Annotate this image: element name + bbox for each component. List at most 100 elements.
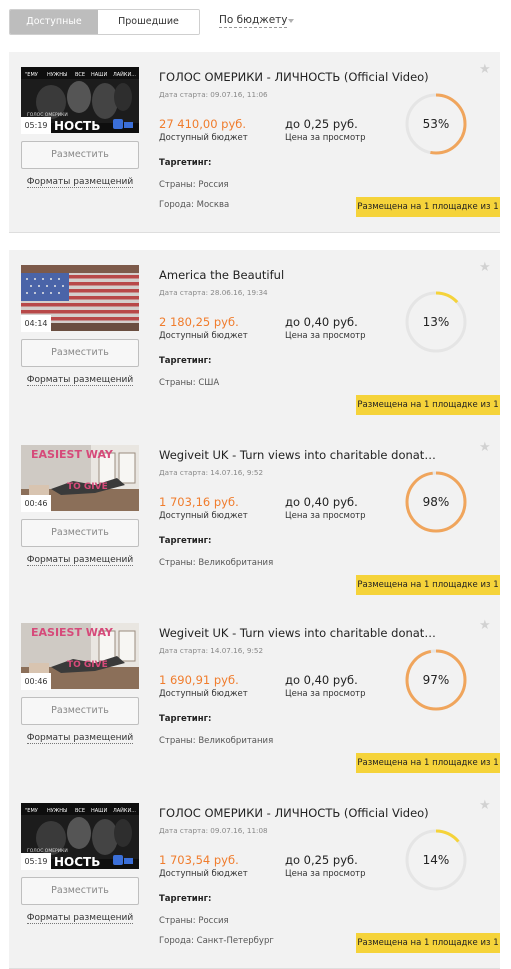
svg-text:ЛАЙКИ...: ЛАЙКИ... xyxy=(113,807,136,814)
star-icon[interactable]: ★ xyxy=(479,261,491,274)
budget-value: 27 410,00 руб. xyxy=(159,117,247,131)
start-date: Дата старта: 09.07.16, 11:06 xyxy=(159,90,268,99)
campaign-card: ★ "ЕМУ НУЖНЫ ВСЕ НАШИ ЛАЙКИ... ГОЛОС ОМЕРИКИ… xyxy=(9,52,500,233)
campaign-title[interactable]: ГОЛОС ОМЕРИКИ - ЛИЧНОСТЬ (Official Video… xyxy=(159,806,439,820)
price-label: Цена за просмотр xyxy=(285,869,366,879)
video-duration: 05:19 xyxy=(21,853,51,870)
formats-link-label: Форматы размещений xyxy=(26,733,134,744)
campaign-title[interactable]: America the Beautiful xyxy=(159,268,439,282)
budget-label: Доступный бюджет xyxy=(159,511,248,521)
budget-label: Доступный бюджет xyxy=(159,331,248,341)
place-button[interactable]: Разместить xyxy=(21,141,139,169)
price-label: Цена за просмотр xyxy=(285,133,366,143)
budget-label: Доступный бюджет xyxy=(159,689,248,699)
svg-text:НОСТЬ: НОСТЬ xyxy=(54,119,100,133)
svg-text:НАШИ: НАШИ xyxy=(91,72,108,78)
budget-value: 2 180,25 руб. xyxy=(159,315,239,329)
price-value: до 0,25 руб. xyxy=(285,117,358,131)
formats-link-label: Форматы размещений xyxy=(26,375,134,386)
place-button[interactable]: Разместить xyxy=(21,697,139,725)
formats-link[interactable]: Форматы размещений xyxy=(21,913,139,924)
start-date: Дата старта: 09.07.16, 11:08 xyxy=(159,826,268,835)
star-icon[interactable]: ★ xyxy=(479,619,491,632)
start-date: Дата старта: 14.07.16, 9:52 xyxy=(159,646,264,655)
svg-text:НУЖНЫ: НУЖНЫ xyxy=(47,808,67,814)
formats-link-label: Форматы размещений xyxy=(26,913,134,924)
targeting-city: Города: Москва xyxy=(159,200,230,210)
budget-label: Доступный бюджет xyxy=(159,869,248,879)
budget-value: 1 690,91 руб. xyxy=(159,673,239,687)
budget-label: Доступный бюджет xyxy=(159,133,248,143)
targeting-country: Страны: Великобритания xyxy=(159,736,274,746)
progress-percent: 14% xyxy=(422,853,450,867)
star-icon[interactable]: ★ xyxy=(479,441,491,454)
progress-percent: 98% xyxy=(422,495,450,509)
targeting-label: Таргетинг: xyxy=(159,536,212,546)
status-tabs: Доступные Прошедшие xyxy=(9,9,200,35)
svg-text:НУЖНЫ: НУЖНЫ xyxy=(47,72,67,78)
formats-link[interactable]: Форматы размещений xyxy=(21,555,139,566)
svg-text:ВСЕ: ВСЕ xyxy=(75,808,85,814)
svg-text:НОСТЬ: НОСТЬ xyxy=(54,855,100,869)
sort-dropdown[interactable]: По бюджету xyxy=(219,14,288,28)
campaign-title[interactable]: ГОЛОС ОМЕРИКИ - ЛИЧНОСТЬ (Official Video… xyxy=(159,70,439,84)
top-bar: Доступные Прошедшие По бюджету xyxy=(0,0,511,45)
price-value: до 0,25 руб. xyxy=(285,853,358,867)
placement-badge: Размещена на 1 площадке из 1 xyxy=(356,933,500,953)
chevron-down-icon[interactable] xyxy=(288,19,294,23)
budget-value: 1 703,54 руб. xyxy=(159,853,239,867)
targeting-label: Таргетинг: xyxy=(159,356,212,366)
targeting-city: Города: Санкт-Петербург xyxy=(159,936,274,946)
start-date: Дата старта: 28.06.16, 19:34 xyxy=(159,288,268,297)
formats-link[interactable]: Форматы размещений xyxy=(21,375,139,386)
progress-percent: 53% xyxy=(422,117,450,131)
targeting-country: Страны: США xyxy=(159,378,220,388)
targeting-country: Страны: Россия xyxy=(159,916,229,926)
targeting-country: Страны: Великобритания xyxy=(159,558,274,568)
svg-text:EASIEST WAY: EASIEST WAY xyxy=(31,626,114,639)
place-button[interactable]: Разместить xyxy=(21,877,139,905)
place-button[interactable]: Разместить xyxy=(21,339,139,367)
price-value: до 0,40 руб. xyxy=(285,495,358,509)
video-duration: 05:19 xyxy=(21,117,51,134)
video-duration: 04:14 xyxy=(21,315,51,332)
price-value: до 0,40 руб. xyxy=(285,315,358,329)
formats-link-label: Форматы размещений xyxy=(26,555,134,566)
place-button[interactable]: Разместить xyxy=(21,519,139,547)
progress-percent: 97% xyxy=(422,673,450,687)
price-value: до 0,40 руб. xyxy=(285,673,358,687)
placement-badge: Размещена на 1 площадке из 1 xyxy=(356,575,500,595)
price-label: Цена за просмотр xyxy=(285,331,366,341)
svg-text:"ЕМУ: "ЕМУ xyxy=(25,808,38,814)
campaign-card: ★ EASIEST WAY TO GIVE 00:46 Разместить Ф… xyxy=(9,608,500,789)
svg-text:НАШИ: НАШИ xyxy=(91,808,108,814)
formats-link-label: Форматы размещений xyxy=(26,177,134,188)
svg-text:"ЕМУ: "ЕМУ xyxy=(25,72,38,78)
price-label: Цена за просмотр xyxy=(285,511,366,521)
star-icon[interactable]: ★ xyxy=(479,63,491,76)
campaign-card: ★ 04:14 Разместить Форматы размещений Am… xyxy=(9,250,500,431)
formats-link[interactable]: Форматы размещений xyxy=(21,733,139,744)
placement-badge: Размещена на 1 площадке из 1 xyxy=(356,753,500,773)
svg-text:TO GIVE: TO GIVE xyxy=(67,482,108,492)
campaign-card: ★ "ЕМУ НУЖНЫ ВСЕ НАШИ ЛАЙКИ... ГОЛОС ОМЕРИКИ… xyxy=(9,788,500,969)
svg-text:ЛАЙКИ...: ЛАЙКИ... xyxy=(113,71,136,78)
targeting-label: Таргетинг: xyxy=(159,894,212,904)
formats-link[interactable]: Форматы размещений xyxy=(21,177,139,188)
video-duration: 00:46 xyxy=(21,495,51,512)
star-icon[interactable]: ★ xyxy=(479,799,491,812)
targeting-label: Таргетинг: xyxy=(159,158,212,168)
tab-past[interactable]: Прошедшие xyxy=(98,10,199,34)
targeting-label: Таргетинг: xyxy=(159,714,212,724)
campaign-title[interactable]: Wegiveit UK - Turn views into charitable… xyxy=(159,448,439,462)
campaign-title[interactable]: Wegiveit UK - Turn views into charitable… xyxy=(159,626,439,640)
budget-value: 1 703,16 руб. xyxy=(159,495,239,509)
campaign-card: ★ EASIEST WAY TO GIVE 00:46 Разместить Ф… xyxy=(9,430,500,611)
start-date: Дата старта: 14.07.16, 9:52 xyxy=(159,468,264,477)
svg-text:EASIEST WAY: EASIEST WAY xyxy=(31,448,114,461)
placement-badge: Размещена на 1 площадке из 1 xyxy=(356,197,500,217)
tab-available[interactable]: Доступные xyxy=(10,10,98,34)
video-duration: 00:46 xyxy=(21,673,51,690)
price-label: Цена за просмотр xyxy=(285,689,366,699)
placement-badge: Размещена на 1 площадке из 1 xyxy=(356,395,500,415)
